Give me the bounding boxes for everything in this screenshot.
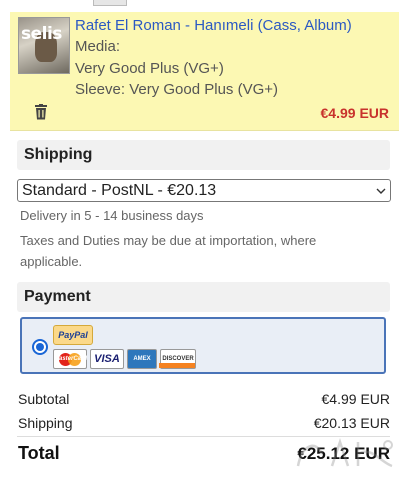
shipping-cost-label: Shipping bbox=[18, 415, 73, 431]
total-label: Total bbox=[18, 443, 60, 463]
payment-logos: PayPal MasterCard VISA AMEX DISCOVER bbox=[53, 325, 199, 371]
paypal-logo: PayPal bbox=[53, 325, 93, 345]
shipping-cost-value: €20.13 EUR bbox=[313, 415, 390, 431]
album-cover-image[interactable]: selis bbox=[18, 17, 70, 74]
shipping-method-select[interactable]: Standard - PostNL - €20.13 bbox=[17, 179, 391, 202]
delivery-estimate: Delivery in 5 - 14 business days bbox=[20, 208, 204, 223]
subtotal-label: Subtotal bbox=[18, 391, 70, 407]
item-title-link[interactable]: Rafet El Roman - Hanımeli (Cass, Album) bbox=[75, 17, 352, 34]
payment-heading: Payment bbox=[24, 288, 91, 305]
previous-item-thumbnail bbox=[93, 0, 127, 6]
cover-text: selis bbox=[21, 24, 62, 44]
subtotal-value: €4.99 EUR bbox=[321, 391, 390, 407]
shipping-method-value: Standard - PostNL - €20.13 bbox=[22, 182, 217, 199]
shipping-section-header: Shipping bbox=[17, 140, 390, 170]
item-price: €4.99 EUR bbox=[320, 105, 389, 121]
tax-note-line-1: Taxes and Duties may be due at importati… bbox=[20, 233, 317, 248]
payment-method-option[interactable]: PayPal MasterCard VISA AMEX DISCOVER bbox=[20, 317, 386, 374]
trash-icon[interactable] bbox=[34, 104, 48, 120]
chevron-down-icon bbox=[376, 188, 386, 194]
amex-logo: AMEX bbox=[127, 349, 157, 369]
discover-logo: DISCOVER bbox=[159, 349, 196, 369]
media-label: Media: bbox=[75, 38, 121, 55]
visa-logo: VISA bbox=[90, 349, 124, 369]
tax-note-line-2: applicable. bbox=[20, 254, 83, 269]
payment-radio-button[interactable] bbox=[32, 339, 48, 355]
payment-section-header: Payment bbox=[17, 282, 390, 312]
top-strip bbox=[0, 0, 407, 12]
mastercard-logo: MasterCard bbox=[53, 349, 87, 369]
mastercard-text: MasterCard bbox=[54, 356, 88, 362]
cart-item: selis Rafet El Roman - Hanımeli (Cass, A… bbox=[10, 12, 399, 131]
media-condition: Very Good Plus (VG+) bbox=[75, 60, 224, 77]
sleeve-condition: Sleeve: Very Good Plus (VG+) bbox=[75, 81, 279, 98]
watermark-logo bbox=[296, 438, 393, 468]
shipping-heading: Shipping bbox=[24, 146, 93, 163]
